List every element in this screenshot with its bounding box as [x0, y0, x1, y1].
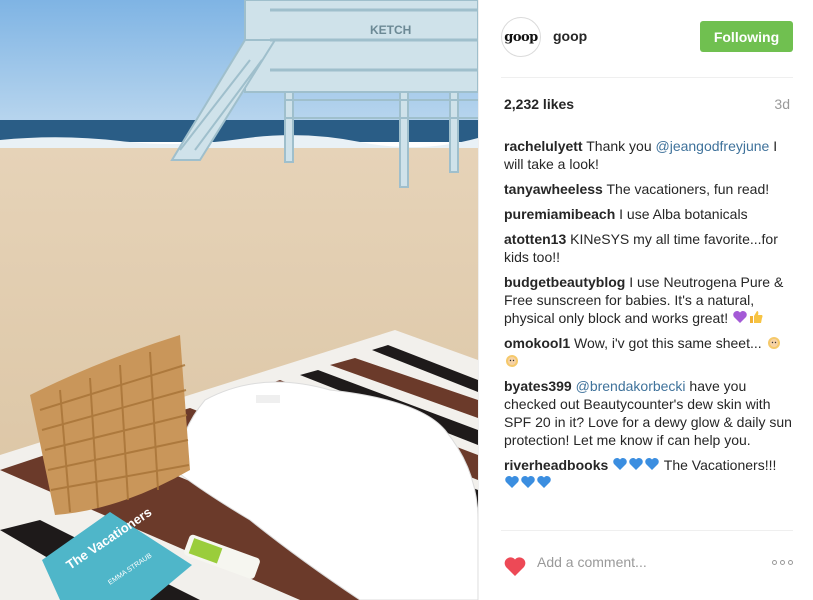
comment-item: atotten13 KINeSYS my all time favorite..…: [504, 230, 792, 266]
comment-text: Wow, i'v got this same sheet...: [574, 335, 762, 351]
post-sidebar: goop goop Following 2,232 likes 3d rache…: [478, 0, 813, 600]
more-options-icon[interactable]: [772, 560, 793, 565]
post-username[interactable]: goop: [553, 28, 587, 44]
comment-username[interactable]: rachelulyett: [504, 138, 583, 154]
comment-item: omokool1 Wow, i'v got this same sheet...: [504, 334, 792, 370]
post-photo[interactable]: KETCH The Vacationers EMMA STRAUB: [0, 0, 478, 600]
comment-username[interactable]: budgetbeautyblog: [504, 274, 625, 290]
comments-list: rachelulyett Thank you @jeangodfreyjune …: [504, 137, 792, 499]
comment-item: tanyawheeless The vacationers, fun read!: [504, 180, 792, 198]
comment-item: puremiamibeach I use Alba botanicals: [504, 205, 792, 223]
comment-item: byates399 @brendakorbecki have you check…: [504, 377, 792, 449]
comment-bar: [501, 546, 793, 582]
purple-heart-icon: [733, 311, 747, 323]
avatar[interactable]: goop: [501, 17, 541, 57]
comment-text: Thank you: [586, 138, 656, 154]
comment-text: The vacationers, fun read!: [606, 181, 770, 197]
comment-text: I use Alba botanicals: [619, 206, 748, 222]
beach-scene-image: KETCH The Vacationers EMMA STRAUB: [0, 0, 478, 600]
comment-item: riverheadbooks The Vacationers!!!: [504, 456, 792, 492]
girl-emoji-icon: [767, 337, 780, 349]
tower-sign: KETCH: [370, 23, 411, 37]
blue-heart-icon: [645, 458, 659, 470]
blue-heart-icon: [505, 476, 519, 488]
comment-username[interactable]: byates399: [504, 378, 572, 394]
heart-like-icon[interactable]: [503, 555, 527, 577]
comment-username[interactable]: puremiamibeach: [504, 206, 615, 222]
blue-heart-icon: [613, 458, 627, 470]
comment-username[interactable]: riverheadbooks: [504, 457, 608, 473]
comment-username[interactable]: atotten13: [504, 231, 566, 247]
blue-heart-icon: [629, 458, 643, 470]
comment-mention[interactable]: @jeangodfreyjune: [656, 138, 770, 154]
instagram-post: KETCH The Vacationers EMMA STRAUB goop g…: [0, 0, 813, 600]
following-button[interactable]: Following: [700, 21, 793, 52]
add-comment-input[interactable]: [537, 554, 737, 570]
blue-heart-icon: [537, 476, 551, 488]
post-header: goop goop Following: [501, 17, 793, 57]
comment-text: The Vacationers!!!: [663, 457, 777, 473]
header-divider: [501, 77, 793, 78]
comment-username[interactable]: tanyawheeless: [504, 181, 603, 197]
girl-emoji-icon: [506, 355, 518, 367]
post-time[interactable]: 3d: [774, 96, 790, 112]
thumbs-up-icon: [750, 311, 763, 323]
comment-item: budgetbeautyblog I use Neutrogena Pure &…: [504, 273, 792, 327]
likes-count[interactable]: 2,232 likes: [504, 96, 574, 112]
blue-heart-icon: [521, 476, 535, 488]
footer-divider: [501, 530, 793, 531]
comment-mention[interactable]: @brendakorbecki: [576, 378, 686, 394]
comment-item: rachelulyett Thank you @jeangodfreyjune …: [504, 137, 792, 173]
comment-username[interactable]: omokool1: [504, 335, 570, 351]
